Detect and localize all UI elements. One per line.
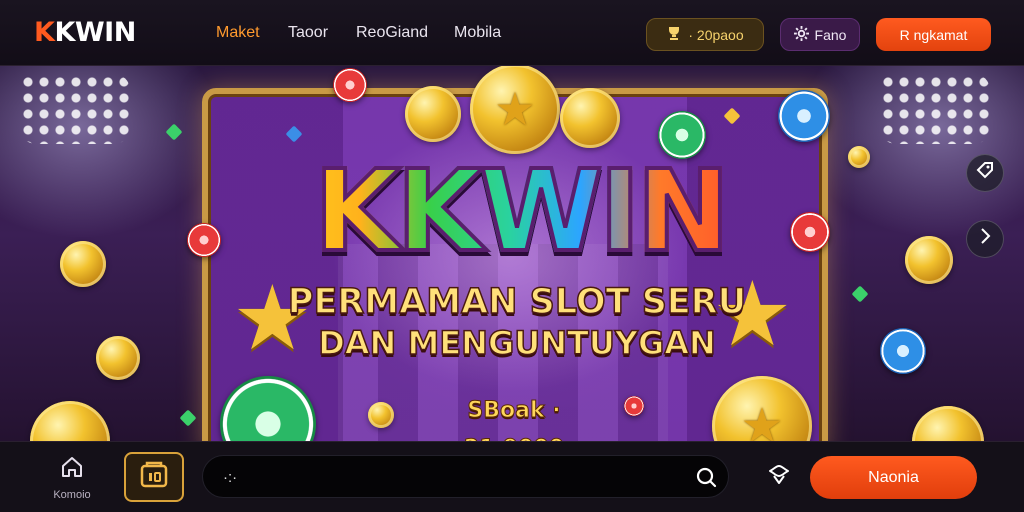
poker-chip-icon — [880, 328, 926, 374]
fano-button[interactable]: Fano — [780, 18, 860, 51]
nav-item-mobila[interactable]: Mobila — [454, 24, 501, 42]
bottom-bar: Komoio Naonia — [0, 441, 1024, 512]
chevron-right-icon — [978, 227, 992, 251]
poker-chip-icon — [778, 90, 830, 142]
poker-chip-icon — [333, 68, 367, 102]
hero-subtitle-line2: DAN MENGUNTUYGAN — [317, 323, 716, 363]
wallet-button[interactable] — [124, 452, 184, 502]
coin-icon — [912, 406, 984, 441]
gem-icon — [179, 409, 197, 427]
coin-icon — [368, 402, 394, 428]
share-button[interactable] — [766, 462, 792, 493]
stadium-light-left — [20, 74, 130, 144]
coin-icon — [30, 401, 110, 441]
hero-subtitle-line1: PERMAMAN SLOT SERU — [287, 281, 747, 323]
coin-icon — [905, 236, 953, 284]
site-logo[interactable]: KKWIN — [34, 17, 136, 48]
home-label: Komoio — [53, 489, 91, 501]
logo-text: KWIN — [54, 17, 136, 48]
coin-icon — [405, 86, 461, 142]
trophy-icon — [666, 25, 682, 44]
poker-chip-icon — [790, 212, 830, 252]
balance-label: · 20paoo — [688, 26, 744, 43]
hero-title: KKWIN — [270, 154, 770, 270]
coin-icon: ★ — [470, 66, 560, 154]
poker-chip-icon — [624, 396, 644, 416]
nav-item-reogiand[interactable]: ReoGiand — [356, 24, 454, 42]
wallet-icon — [137, 458, 171, 497]
search-input[interactable] — [223, 456, 683, 499]
balance-button[interactable]: · 20paoo — [646, 18, 764, 51]
gem-icon — [165, 123, 183, 141]
home-icon — [59, 457, 85, 484]
logo-letter-k: K — [34, 17, 55, 48]
search-bar[interactable] — [202, 455, 729, 499]
top-navigation-bar: KKWIN Maket Taoor ReoGiand Mobila · 20pa… — [0, 0, 1024, 66]
register-button[interactable]: R ngkamat — [876, 18, 991, 51]
gear-icon — [793, 25, 809, 44]
login-button[interactable]: Naonia — [810, 456, 977, 499]
coin-icon — [848, 146, 870, 168]
main-nav: Maket Taoor ReoGiand Mobila — [216, 24, 501, 42]
home-button[interactable]: Komoio — [44, 454, 100, 501]
fano-label: Fano — [814, 26, 847, 43]
stadium-light-right — [880, 74, 990, 144]
gem-icon — [851, 285, 869, 303]
coin-icon — [60, 241, 106, 287]
nav-item-maket[interactable]: Maket — [216, 24, 288, 42]
promo-amount: SBoak · 21,9000 — [463, 398, 564, 442]
hero-banner[interactable]: ★ ★ ★ ★ KKWIN PERMAMAN SLOT SERU DAN MEN… — [0, 66, 1024, 441]
next-slide-button[interactable] — [966, 220, 1004, 258]
coin-icon — [96, 336, 140, 380]
tag-button[interactable] — [966, 154, 1004, 192]
coin-icon — [560, 88, 620, 148]
nav-item-taoor[interactable]: Taoor — [288, 24, 356, 42]
search-icon[interactable] — [694, 465, 718, 494]
poker-chip-icon — [187, 223, 221, 257]
share-icon — [766, 465, 792, 492]
tag-icon — [976, 161, 994, 185]
